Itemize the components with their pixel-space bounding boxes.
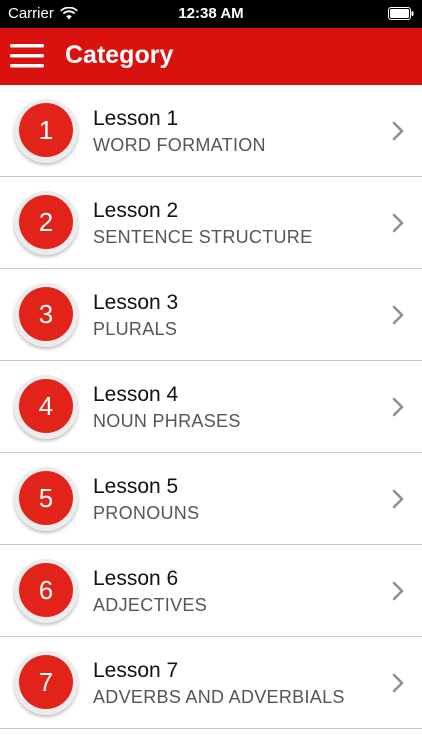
lesson-number-badge: 6: [14, 559, 78, 623]
lesson-subtitle: PRONOUNS: [93, 503, 200, 523]
lesson-number-badge: 7: [14, 651, 78, 715]
lesson-list: 1 Lesson 1 WORD FORMATION 2 Lesson 2 SEN…: [0, 85, 422, 729]
chevron-right-icon: [392, 305, 404, 325]
lesson-subtitle: NOUN PHRASES: [93, 411, 241, 431]
lesson-number-badge: 5: [14, 467, 78, 531]
lesson-number-badge: 2: [14, 191, 78, 255]
lesson-subtitle: WORD FORMATION: [93, 135, 266, 155]
hamburger-menu-icon[interactable]: [10, 43, 44, 69]
status-time: 12:38 AM: [178, 5, 244, 22]
lesson-number: 5: [19, 471, 73, 525]
chevron-right-icon: [392, 581, 404, 601]
lesson-title: Lesson 3: [93, 291, 179, 314]
lesson-title: Lesson 4: [93, 383, 179, 406]
lesson-row-3[interactable]: 3 Lesson 3 PLURALS: [0, 269, 422, 361]
lesson-number: 6: [19, 563, 73, 617]
chevron-right-icon: [392, 673, 404, 693]
chevron-right-icon: [392, 489, 404, 509]
battery-icon: [388, 7, 414, 20]
status-bar: Carrier 12:38 AM: [0, 0, 422, 28]
lesson-number: 2: [19, 195, 73, 249]
lesson-row-1[interactable]: 1 Lesson 1 WORD FORMATION: [0, 85, 422, 177]
lesson-title: Lesson 2: [93, 199, 179, 222]
lesson-number-badge: 4: [14, 375, 78, 439]
lesson-row-7[interactable]: 7 Lesson 7 ADVERBS AND ADVERBIALS: [0, 637, 422, 729]
lesson-number-badge: 3: [14, 283, 78, 347]
lesson-number: 1: [19, 103, 73, 157]
lesson-number: 4: [19, 379, 73, 433]
chevron-right-icon: [392, 213, 404, 233]
lesson-row-4[interactable]: 4 Lesson 4 NOUN PHRASES: [0, 361, 422, 453]
page-title: Category: [65, 41, 174, 69]
lesson-number: 7: [19, 655, 73, 709]
lesson-row-6[interactable]: 6 Lesson 6 ADJECTIVES: [0, 545, 422, 637]
lesson-number: 3: [19, 287, 73, 341]
nav-bar: Category: [0, 28, 422, 85]
lesson-row-5[interactable]: 5 Lesson 5 PRONOUNS: [0, 453, 422, 545]
lesson-subtitle: PLURALS: [93, 319, 178, 339]
lesson-row-2[interactable]: 2 Lesson 2 SENTENCE STRUCTURE: [0, 177, 422, 269]
lesson-title: Lesson 5: [93, 475, 179, 498]
lesson-title: Lesson 1: [93, 107, 179, 130]
lesson-title: Lesson 7: [93, 659, 179, 682]
lesson-subtitle: ADVERBS AND ADVERBIALS: [93, 687, 345, 707]
lesson-number-badge: 1: [14, 99, 78, 163]
lesson-subtitle: SENTENCE STRUCTURE: [93, 227, 313, 247]
lesson-row-partial[interactable]: [0, 730, 422, 750]
lesson-title: Lesson 6: [93, 567, 179, 590]
lesson-subtitle: ADJECTIVES: [93, 595, 208, 615]
chevron-right-icon: [392, 121, 404, 141]
chevron-right-icon: [392, 397, 404, 417]
